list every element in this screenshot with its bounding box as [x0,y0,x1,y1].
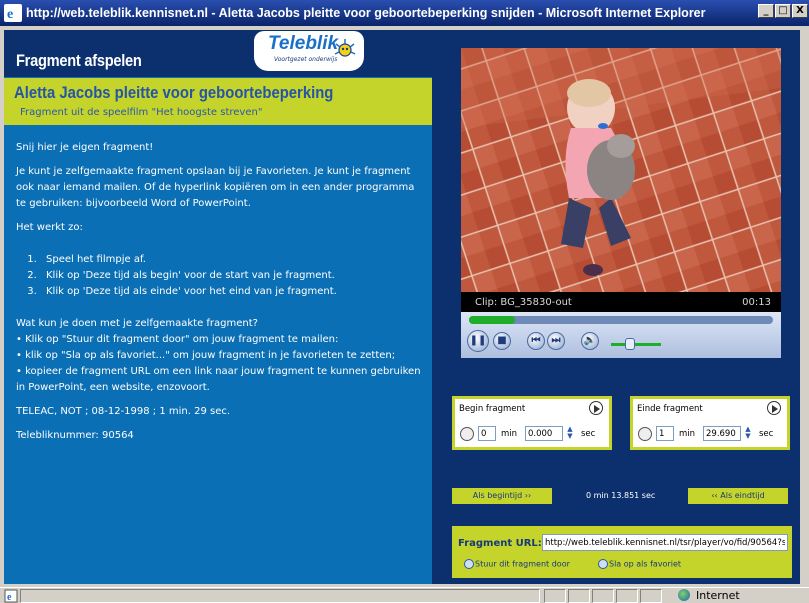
end-fragment-box: Einde fragment min ▲▼ sec [630,396,790,450]
end-fragment-label: Einde fragment [637,404,703,414]
video-frame[interactable] [461,48,781,292]
step-item: Klik op 'Deze tijd als einde' voor het e… [40,284,424,300]
fragment-url-input[interactable] [542,534,788,551]
page-content: Fragment afspelen Teleblik Voortgezet on… [4,30,800,584]
close-button[interactable]: X [792,4,808,18]
player-controls: ❚❚ ■ ⏮ ⏭ 🔈 [461,312,781,358]
player-panel: Clip: BG_35830-out 00:13 ❚❚ ■ ⏮ ⏭ 🔈 Begi… [432,30,800,584]
internet-explorer-icon: e [4,4,22,22]
speaker-icon: 🔈 [583,335,597,346]
bullet-item: • Klik op "Stuur dit fragment door" om j… [16,334,339,345]
previous-button[interactable]: ⏮ [527,332,545,350]
mute-button[interactable]: 🔈 [581,332,599,350]
what-title: Wat kun je doen met je zelfgemaakte frag… [16,318,258,329]
media-player: Clip: BG_35830-out 00:13 ❚❚ ■ ⏮ ⏭ 🔈 [461,48,781,358]
end-sec-input[interactable] [703,426,741,441]
send-icon [464,559,474,569]
send-fragment-label: Stuur dit fragment door [475,559,570,569]
intro-text: Snij hier je eigen fragment! [16,142,154,153]
end-sec-label: sec [759,429,774,439]
teleblik-number: Telebliknummer: 90564 [16,430,134,441]
title-bar: e http://web.teleblik.kennisnet.nl - Ale… [0,0,809,26]
send-fragment-link[interactable]: Stuur dit fragment door [464,559,570,569]
begin-min-input[interactable] [478,426,496,441]
volume-track[interactable] [611,343,661,346]
player-time: 00:13 [742,297,771,308]
status-bar: e Internet [0,587,809,603]
step-item: Speel het filmpje af. [40,252,424,268]
header: Fragment afspelen Teleblik Voortgezet on… [4,30,432,77]
status-cell [616,589,638,603]
save-favorite-label: Sla op als favoriet [609,559,682,569]
svg-text:e: e [7,592,12,603]
maximize-button[interactable]: □ [775,4,791,18]
globe-icon [678,589,690,601]
description-text: Je kunt je zelfgemaakte fragment opslaan… [16,166,415,209]
status-cell [568,589,590,603]
bullet-item: • kopieer de fragment URL om een link na… [16,366,421,393]
minimize-button[interactable]: _ [758,4,774,18]
window-title: http://web.teleblik.kennisnet.nl - Alett… [26,6,706,20]
fragment-subtitle: Fragment uit de speelfilm "Het hoogste s… [20,107,263,118]
begin-min-label: min [501,429,518,439]
clip-label: Clip: BG_35830-out [475,297,572,308]
clock-icon[interactable] [638,427,652,441]
security-zone: Internet [678,589,740,603]
clock-icon[interactable] [460,427,474,441]
fragment-title-band: Aletta Jacobs pleitte voor geboortebeper… [4,78,432,125]
end-min-input[interactable] [656,426,674,441]
next-icon: ⏭ [551,335,561,346]
logo-text: Teleblik [268,33,339,54]
current-time: 0 min 13.851 sec [586,491,656,500]
fragment-meta: TELEAC, NOT ; 08-12-1998 ; 1 min. 29 sec… [16,406,231,417]
status-cell [544,589,566,603]
how-title: Het werkt zo: [16,222,83,233]
logo-tagline: Voortgezet onderwijs [274,56,338,63]
save-favorite-link[interactable]: Sla op als favoriet [598,559,681,569]
page-icon: e [4,589,18,603]
player-info-bar: Clip: BG_35830-out 00:13 [461,292,781,312]
end-min-label: min [679,429,696,439]
stop-button[interactable]: ■ [493,332,511,350]
play-begin-button[interactable] [589,401,603,415]
fragment-url-box: Fragment URL: Stuur dit fragment door Sl… [452,526,792,578]
steps-list: Speel het filmpje af. Klik op 'Deze tijd… [40,252,424,300]
browser-window: e http://web.teleblik.kennisnet.nl - Ale… [0,0,809,603]
bee-mascot-icon [334,39,356,57]
fragment-title: Aletta Jacobs pleitte voor geboortebeper… [14,84,334,102]
as-begin-button[interactable]: Als begintijd ›› [452,488,552,504]
pause-icon: ❚❚ [469,335,487,346]
volume-slider-handle[interactable] [625,338,635,350]
play-end-button[interactable] [767,401,781,415]
begin-sec-label: sec [581,429,596,439]
zone-label: Internet [696,589,740,602]
info-panel: Fragment afspelen Teleblik Voortgezet on… [4,30,432,584]
pause-button[interactable]: ❚❚ [467,330,489,352]
fragment-url-label: Fragment URL: [458,538,542,549]
begin-sec-input[interactable] [525,426,563,441]
instructions: Snij hier je eigen fragment! Je kunt je … [16,140,424,444]
step-item: Klik op 'Deze tijd als begin' voor de st… [40,268,424,284]
status-cell [592,589,614,603]
seek-progress [469,316,515,324]
begin-sec-stepper[interactable]: ▲ ▼ [565,426,575,441]
seek-bar[interactable] [469,316,773,324]
as-end-button[interactable]: ‹‹ Als eindtijd [688,488,788,504]
teleblik-logo[interactable]: Teleblik Voortgezet onderwijs [254,31,364,71]
end-sec-stepper[interactable]: ▲ ▼ [743,426,753,441]
svg-text:e: e [7,7,13,22]
next-button[interactable]: ⏭ [547,332,565,350]
bullet-item: • klik op "Sla op als favoriet..." om jo… [16,350,396,361]
previous-icon: ⏮ [531,335,541,346]
stop-icon: ■ [497,335,507,346]
favorite-icon [598,559,608,569]
begin-fragment-box: Begin fragment min ▲▼ sec [452,396,612,450]
status-text-cell [20,589,540,603]
page-title: Fragment afspelen [16,51,142,70]
status-cell [640,589,662,603]
begin-fragment-label: Begin fragment [459,404,526,414]
